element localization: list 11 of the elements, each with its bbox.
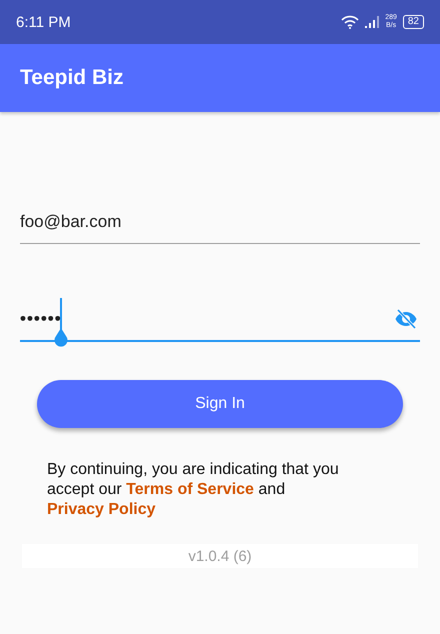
email-field[interactable]: foo@bar.com: [20, 200, 420, 244]
privacy-link[interactable]: Privacy Policy: [47, 501, 156, 518]
sign-in-button[interactable]: Sign In: [37, 380, 403, 428]
signal-icon: [365, 16, 380, 28]
version-text: v1.0.4 (6): [188, 548, 252, 564]
terms-text: By continuing, you are indicating that you accept our Terms of Service and Privacy Policy: [47, 460, 340, 520]
battery-icon: 82: [402, 15, 424, 29]
terms-link[interactable]: Terms of Service: [126, 481, 254, 498]
status-time: 6:11 PM: [16, 14, 71, 30]
app-title: Teepid Biz: [20, 66, 124, 90]
wifi-icon: [341, 15, 360, 29]
